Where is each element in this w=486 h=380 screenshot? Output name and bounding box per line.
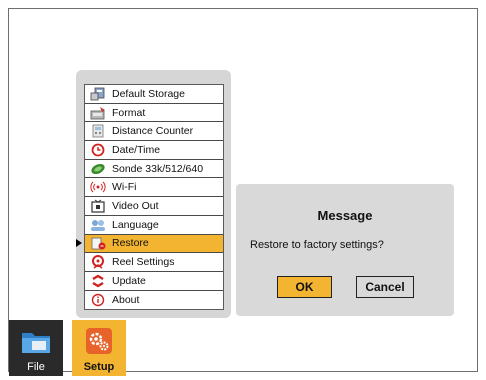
dialog-message: Restore to factory settings? xyxy=(250,239,384,251)
menu-item-label: Restore xyxy=(112,237,149,250)
menu-item-label: Date/Time xyxy=(112,143,161,156)
menu-item-label: Language xyxy=(112,218,159,231)
menu-item-wifi[interactable]: Wi-Fi xyxy=(85,178,223,198)
menu-item-label: Update xyxy=(112,274,146,287)
menu-item-update[interactable]: Update xyxy=(85,271,223,291)
tab-file[interactable]: File xyxy=(9,320,63,376)
folder-icon xyxy=(18,325,54,359)
dialog-title: Message xyxy=(317,208,373,223)
menu-item-video-out[interactable]: Video Out xyxy=(85,197,223,216)
cancel-button[interactable]: Cancel xyxy=(356,276,414,298)
menu-item-label: Sonde 33k/512/640 xyxy=(112,162,204,175)
video-out-icon xyxy=(90,199,106,213)
menu-item-label: About xyxy=(112,293,140,306)
reel-icon xyxy=(90,255,106,269)
menu-item-reel-settings[interactable]: Reel Settings xyxy=(85,253,223,272)
distance-counter-icon xyxy=(90,124,106,138)
menu-item-label: Default Storage xyxy=(112,87,185,100)
menu-item-distance-counter[interactable]: Distance Counter xyxy=(85,122,223,142)
storage-icon xyxy=(90,87,106,101)
menu-item-date-time[interactable]: Date/Time xyxy=(85,141,223,160)
gear-icon xyxy=(81,325,117,359)
tab-setup-label: Setup xyxy=(83,361,115,373)
menu-item-language[interactable]: Language xyxy=(85,215,223,235)
menu-item-label: Video Out xyxy=(112,199,159,212)
tab-setup[interactable]: Setup xyxy=(72,320,126,376)
setup-menu-panel: Default Storage Format Distance Counter … xyxy=(76,70,231,318)
selection-arrow-icon xyxy=(76,238,82,247)
menu-item-label: Distance Counter xyxy=(112,125,194,138)
update-icon xyxy=(90,274,106,288)
format-icon xyxy=(90,106,106,120)
menu-item-about[interactable]: About xyxy=(85,290,223,310)
menu-item-label: Reel Settings xyxy=(112,256,175,269)
message-dialog: Message Restore to factory settings? OK … xyxy=(236,184,454,316)
restore-icon xyxy=(90,236,106,250)
tab-file-label: File xyxy=(27,361,45,373)
menu-item-restore[interactable]: Restore xyxy=(76,234,223,254)
menu-item-label: Wi-Fi xyxy=(112,181,137,194)
clock-icon xyxy=(90,143,106,157)
menu-item-format[interactable]: Format xyxy=(85,103,223,123)
menu-item-label: Format xyxy=(112,106,146,119)
wifi-icon xyxy=(90,180,106,194)
ok-button[interactable]: OK xyxy=(277,276,332,298)
info-icon xyxy=(90,293,106,307)
setup-menu-list: Default Storage Format Distance Counter … xyxy=(76,84,224,311)
menu-item-sonde[interactable]: Sonde 33k/512/640 xyxy=(85,159,223,179)
sonde-icon xyxy=(90,162,106,176)
language-icon xyxy=(90,218,106,232)
menu-item-default-storage[interactable]: Default Storage xyxy=(85,85,223,104)
